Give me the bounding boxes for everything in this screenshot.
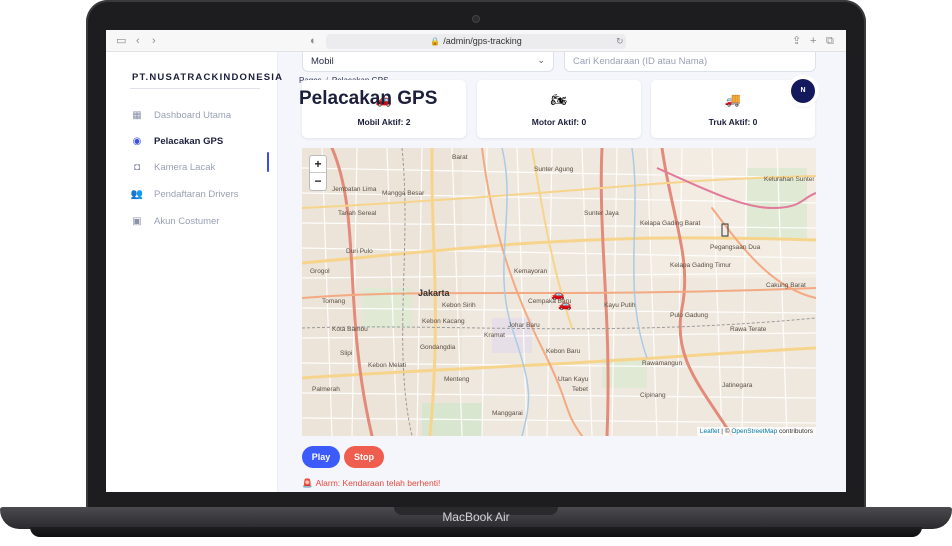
browser-toolbar: ▭ ‹ › ◐ 🔒/admin/gps-tracking ↻ ⇪ + ⧉	[106, 30, 846, 52]
map-label: Cakung Barat	[766, 282, 806, 289]
motorcycle-icon: 🏍	[550, 92, 568, 107]
map-label: Rawa Terate	[730, 326, 767, 333]
map-label: Menteng	[444, 376, 470, 383]
privacy-shield-icon[interactable]: ◐	[310, 34, 317, 48]
map-label: Jembatan Lima	[332, 186, 377, 193]
sidebar-item-label: Kamera Lacak	[154, 161, 216, 173]
zoom-in-button[interactable]: +	[310, 156, 326, 173]
brand-divider	[130, 88, 260, 89]
alarm-text: Alarm: Kendaraan telah berhenti!	[315, 478, 441, 488]
map-label: Grogol	[310, 268, 330, 275]
users-icon: 👥	[130, 188, 144, 200]
map-tiles	[302, 148, 816, 436]
new-tab-icon[interactable]: +	[810, 34, 816, 48]
stat-label: Motor Aktif: 0	[531, 117, 587, 127]
laptop-brand-label: MacBook Air	[442, 510, 510, 524]
map-label: Palmerah	[312, 386, 340, 393]
map-label: Kebon Baru	[546, 348, 581, 355]
camera-icon: ◘	[133, 161, 141, 173]
map-label: Pulo Gadung	[670, 312, 708, 319]
map-label: Mangga Besar	[382, 190, 425, 197]
map-label: Kebon Melati	[368, 362, 406, 369]
map-label: Kelapa Gading Timur	[670, 262, 732, 269]
sidebar-item-label: Akun Costumer	[154, 215, 220, 227]
vehicle-type-select[interactable]: Mobil ⌄	[302, 52, 554, 72]
brand-name: PT.NUSATRACKINDONESIA	[132, 72, 284, 83]
sidebar-item-gps-tracking[interactable]: ◉ Pelacakan GPS	[130, 132, 278, 150]
camera	[473, 16, 479, 22]
page-title: Pelacakan GPS	[299, 88, 438, 109]
gps-map[interactable]: Barat Sunter Agung Sunter Jaya Kelapa Ga…	[302, 148, 816, 436]
address-bar[interactable]: 🔒/admin/gps-tracking	[326, 34, 626, 49]
screen: ▭ ‹ › ◐ 🔒/admin/gps-tracking ↻ ⇪ + ⧉ PT.…	[106, 30, 846, 492]
stat-label: Mobil Aktif: 2	[357, 117, 411, 127]
gps-target-icon: ◉	[132, 135, 142, 147]
map-label: Cempaka Baru	[528, 298, 572, 305]
sidebar-item-label: Pendaftaran Drivers	[154, 188, 239, 200]
map-label: Sunter Jaya	[584, 210, 619, 217]
map-label: Tanah Sereal	[338, 210, 377, 217]
map-label: Cipinang	[640, 392, 666, 399]
sidebar-item-camera[interactable]: ◘ Kamera Lacak	[130, 158, 278, 176]
map-label: Gondangdia	[420, 344, 456, 351]
avatar[interactable]: N	[791, 79, 815, 103]
dashboard-icon: ▦	[132, 109, 142, 121]
search-placeholder: Cari Kendaraan (ID atau Nama)	[573, 56, 708, 67]
sidebar-item-label: Pelacakan GPS	[154, 135, 224, 147]
map-label: Johar Baru	[508, 322, 540, 329]
map-label: Manggarai	[492, 410, 523, 417]
map-label: Sunter Agung	[534, 166, 574, 173]
forward-icon[interactable]: ›	[152, 34, 156, 48]
map-label: Jatinegara	[722, 382, 753, 389]
vehicle-search-input[interactable]: Cari Kendaraan (ID atau Nama)	[564, 52, 816, 72]
sidebar-item-customer-account[interactable]: ▣ Akun Costumer	[130, 212, 278, 230]
map-label: Slipi	[340, 350, 353, 357]
map-label: Kebon Kacang	[422, 318, 465, 325]
truck-icon: 🚚	[724, 92, 742, 107]
sidebar-item-label: Dashboard Utama	[154, 109, 232, 121]
sidebar-toggle-icon[interactable]: ▭	[116, 34, 126, 48]
sidebar-item-drivers[interactable]: 👥 Pendaftaran Drivers	[130, 185, 278, 203]
vehicle-type-value: Mobil	[311, 56, 334, 67]
laptop-base-bottom	[30, 527, 922, 537]
map-label: Utan Kayu	[558, 376, 589, 383]
map-label: Kebon Sirih	[442, 302, 476, 309]
stop-button[interactable]: Stop	[344, 446, 384, 468]
chevron-down-icon: ⌄	[537, 55, 545, 65]
back-icon[interactable]: ‹	[136, 34, 140, 48]
tab-overview-icon[interactable]: ⧉	[826, 34, 834, 48]
share-icon[interactable]: ⇪	[792, 34, 801, 48]
account-icon: ▣	[132, 215, 142, 227]
alarm-message: 🚨 Alarm: Kendaraan telah berhenti!	[302, 478, 440, 489]
map-label: Jakarta	[418, 288, 450, 298]
stat-card-motorcycle: 🏍 Motor Aktif: 0	[477, 80, 641, 138]
map-label: Kelapa Gading Barat	[640, 220, 701, 227]
map-label: Pegangsaan Dua	[710, 244, 761, 251]
map-zoom-control: + −	[309, 155, 327, 191]
stat-label: Truk Aktif: 0	[708, 117, 758, 127]
map-label: Tebet	[572, 386, 588, 393]
reload-icon[interactable]: ↻	[616, 34, 624, 48]
lock-icon: 🔒	[430, 37, 441, 46]
alarm-icon: 🚨	[302, 478, 313, 488]
map-label: Barat	[452, 154, 468, 161]
map-label: Duri Pulo	[346, 248, 373, 255]
map-label: Kelurahan Sunter	[764, 176, 815, 183]
map-label: Kayu Putih	[604, 302, 636, 309]
url-text: /admin/gps-tracking	[443, 36, 522, 46]
play-button[interactable]: Play	[302, 446, 340, 468]
sidebar-item-dashboard[interactable]: ▦ Dashboard Utama	[130, 106, 278, 124]
zoom-out-button[interactable]: −	[310, 173, 326, 190]
sidebar: PT.NUSATRACKINDONESIA ▦ Dashboard Utama …	[106, 52, 282, 492]
map-label: Kramat	[484, 332, 505, 339]
map-label: Kota Bambu	[332, 326, 368, 333]
map-label: Kemayoran	[514, 268, 548, 275]
map-label: Rawamangun	[642, 360, 683, 367]
map-label: Tomang	[322, 298, 346, 305]
